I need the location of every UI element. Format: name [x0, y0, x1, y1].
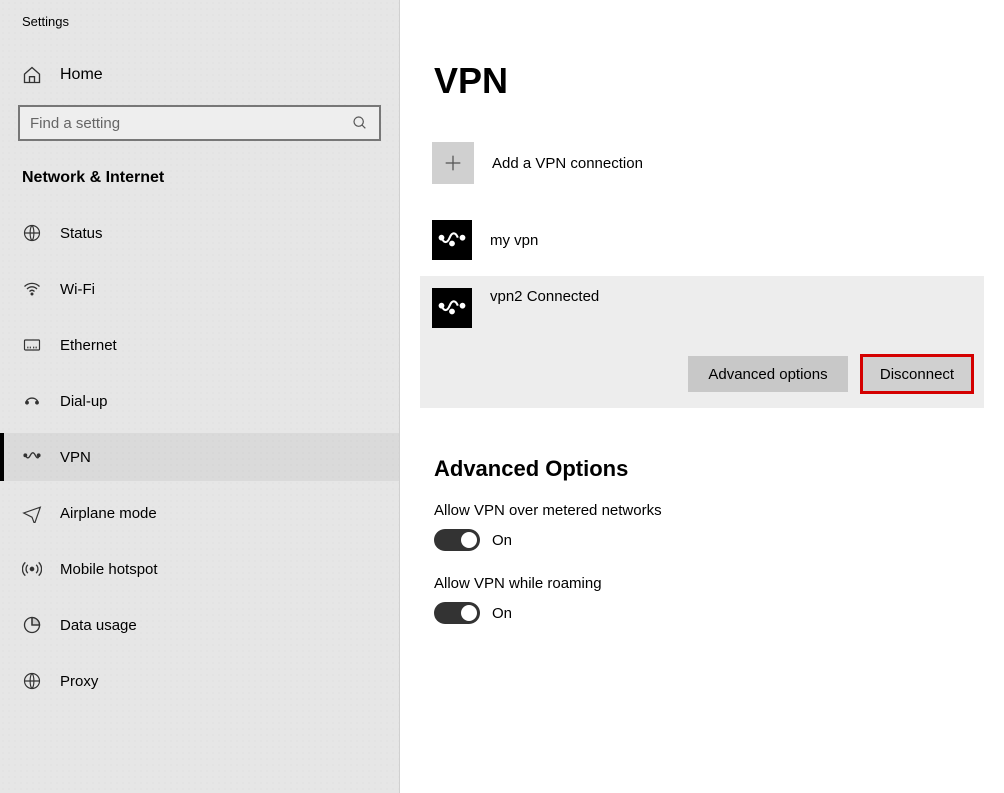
sidebar-item-label: Airplane mode	[60, 505, 157, 522]
vpn-entry-status: Connected	[527, 288, 600, 305]
category-header: Network & Internet	[0, 151, 399, 201]
main-content: VPN Add a VPN connection my vpn	[400, 0, 1004, 793]
vpn-entry-name: my vpn	[490, 232, 538, 249]
data-usage-icon	[22, 615, 42, 635]
search-box[interactable]	[18, 105, 381, 141]
sidebar-item-airplane[interactable]: Airplane mode	[0, 489, 399, 537]
page-title: VPN	[420, 60, 984, 102]
sidebar-item-proxy[interactable]: Proxy	[0, 657, 399, 705]
sidebar-item-wifi[interactable]: Wi-Fi	[0, 265, 399, 313]
sidebar-item-dialup[interactable]: Dial-up	[0, 377, 399, 425]
advanced-options-header: Advanced Options	[420, 456, 984, 482]
sidebar-item-status[interactable]: Status	[0, 209, 399, 257]
toggle-metered-label: Allow VPN over metered networks	[434, 502, 984, 519]
globe-icon	[22, 223, 42, 243]
airplane-icon	[22, 503, 42, 523]
sidebar-item-ethernet[interactable]: Ethernet	[0, 321, 399, 369]
vpn-icon	[22, 447, 42, 467]
toggle-metered-block: Allow VPN over metered networks On	[420, 502, 984, 551]
search-container	[0, 99, 399, 151]
sidebar-item-label: Dial-up	[60, 393, 108, 410]
plus-icon	[432, 142, 474, 184]
sidebar-item-label: Status	[60, 225, 103, 242]
search-input[interactable]	[30, 115, 351, 132]
sidebar-item-label: Proxy	[60, 673, 98, 690]
home-icon	[22, 65, 42, 85]
toggle-roaming-block: Allow VPN while roaming On	[420, 575, 984, 624]
sidebar-item-label: Data usage	[60, 617, 137, 634]
search-icon	[351, 114, 369, 132]
advanced-options-button[interactable]: Advanced options	[688, 356, 848, 392]
home-label: Home	[60, 66, 103, 84]
toggle-roaming-label: Allow VPN while roaming	[434, 575, 984, 592]
vpn-entry-vpn2-selected[interactable]: vpn2 Connected Advanced options Disconne…	[420, 276, 984, 408]
sidebar-item-label: Wi-Fi	[60, 281, 95, 298]
sidebar-item-datausage[interactable]: Data usage	[0, 601, 399, 649]
window-title: Settings	[0, 12, 399, 51]
settings-sidebar: Settings Home Network & Internet	[0, 0, 400, 793]
vpn-tile-icon	[432, 288, 472, 328]
sidebar-home[interactable]: Home	[0, 51, 399, 99]
hotspot-icon	[22, 559, 42, 579]
wifi-icon	[22, 279, 42, 299]
toggle-metered[interactable]	[434, 529, 480, 551]
sidebar-item-label: Ethernet	[60, 337, 117, 354]
add-vpn-connection[interactable]: Add a VPN connection	[420, 134, 984, 192]
disconnect-button[interactable]: Disconnect	[862, 356, 972, 392]
toggle-metered-state: On	[492, 532, 512, 549]
toggle-roaming-state: On	[492, 605, 512, 622]
vpn-entry-myvpn[interactable]: my vpn	[420, 212, 984, 268]
sidebar-item-hotspot[interactable]: Mobile hotspot	[0, 545, 399, 593]
toggle-roaming[interactable]	[434, 602, 480, 624]
sidebar-item-vpn[interactable]: VPN	[0, 433, 399, 481]
ethernet-icon	[22, 335, 42, 355]
proxy-icon	[22, 671, 42, 691]
add-vpn-label: Add a VPN connection	[492, 155, 643, 172]
dialup-icon	[22, 391, 42, 411]
vpn-entry-name: vpn2	[490, 288, 523, 305]
sidebar-item-label: Mobile hotspot	[60, 561, 158, 578]
sidebar-item-label: VPN	[60, 449, 91, 466]
vpn-tile-icon	[432, 220, 472, 260]
